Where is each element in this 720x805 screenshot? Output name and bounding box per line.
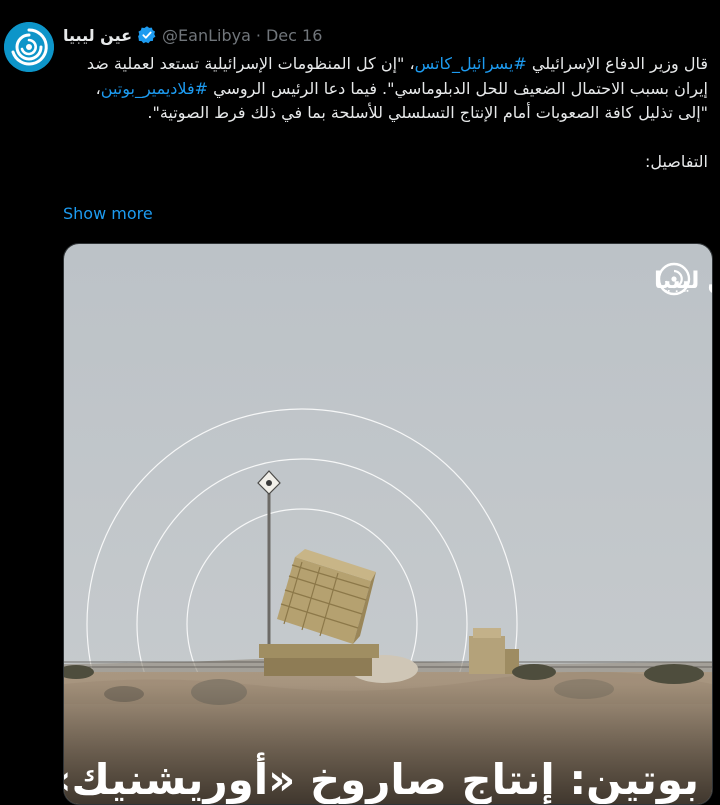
- post-text: قال وزير الدفاع الإسرائيلي #يسرائيل_كاتس…: [63, 52, 708, 174]
- iron-dome-photo: عين ليبيا بوتين: إنتاج صاروخ «أوريشنيك» …: [64, 244, 712, 804]
- author-name[interactable]: عين ليبيا: [63, 26, 132, 45]
- text-part-1: قال وزير الدفاع الإسرائيلي: [526, 54, 708, 73]
- hashtag-israel-katz[interactable]: #يسرائيل_كاتس: [415, 54, 527, 73]
- separator-dot: ·: [255, 25, 261, 45]
- verified-badge-icon[interactable]: [137, 25, 157, 45]
- media-watermark: عين ليبيا: [654, 268, 712, 294]
- author-handle[interactable]: @EanLibya: [162, 26, 251, 45]
- author-avatar[interactable]: [4, 22, 54, 72]
- post-header: عين ليبيا @EanLibya · Dec 16: [63, 24, 322, 46]
- post-media-image[interactable]: عين ليبيا بوتين: إنتاج صاروخ «أوريشنيك» …: [63, 243, 713, 805]
- hashtag-vladimir-putin[interactable]: #فلاديمير_بوتين: [101, 79, 208, 98]
- ean-libya-logo-icon: [4, 22, 54, 72]
- media-caption: بوتين: إنتاج صاروخ «أوريشنيك» سيبدأ: [64, 752, 699, 804]
- post-paragraph: قال وزير الدفاع الإسرائيلي #يسرائيل_كاتس…: [63, 52, 708, 126]
- details-label: التفاصيل:: [644, 151, 708, 171]
- post-date[interactable]: Dec 16: [266, 26, 322, 45]
- show-more-link[interactable]: Show more: [63, 204, 153, 223]
